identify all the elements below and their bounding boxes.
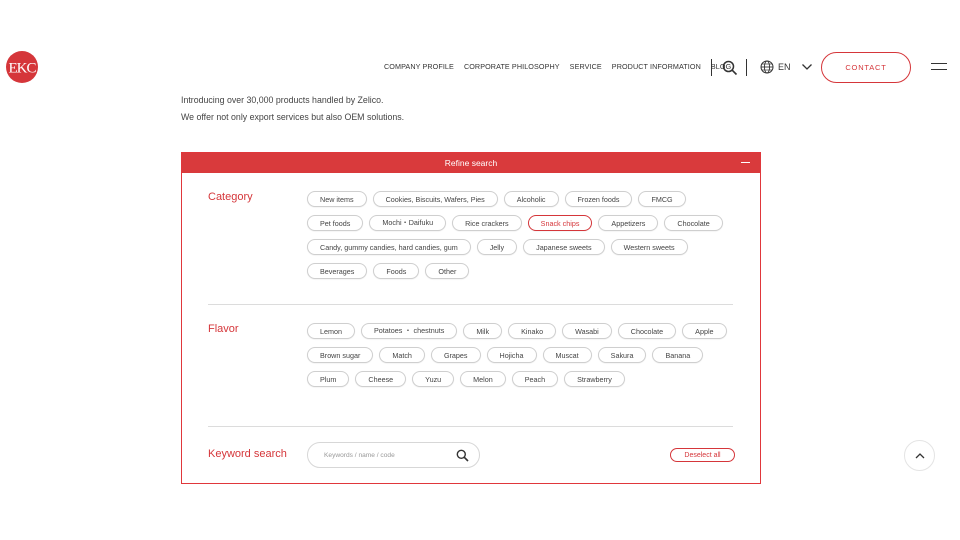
search-icon[interactable] [456, 449, 469, 462]
filter-tag[interactable]: Peach [511, 371, 559, 387]
filter-tag[interactable]: Banana [652, 347, 704, 363]
filter-tag[interactable]: Cookies, Biscuits, Wafers, Pies [372, 191, 498, 207]
language-selector[interactable]: EN [760, 60, 813, 74]
filter-tag[interactable]: Yuzu [412, 371, 455, 387]
contact-button[interactable]: CONTACT [821, 52, 911, 83]
filter-tag[interactable]: Western sweets [610, 239, 688, 255]
svg-text:EKC: EKC [9, 61, 37, 77]
filter-tag[interactable]: Melon [460, 371, 506, 387]
filter-tag[interactable]: FMCG [638, 191, 686, 207]
filter-tag[interactable]: Chocolate [664, 215, 723, 231]
refine-search-panel: Refine search Category New items Cookies,… [181, 152, 761, 484]
filter-tag[interactable]: Muscat [542, 347, 592, 363]
nav-divider [746, 59, 747, 76]
filter-tag[interactable]: Other [425, 263, 470, 279]
filter-tag[interactable]: Alcoholic [503, 191, 559, 207]
divider [208, 426, 733, 427]
filter-tag[interactable]: Apple [682, 323, 727, 339]
menu-icon[interactable] [931, 63, 947, 73]
nav-divider [711, 59, 712, 76]
filter-tag[interactable]: Brown sugar [307, 347, 374, 363]
keyword-search-box [307, 442, 480, 468]
category-label: Category [208, 191, 253, 203]
filter-tag[interactable]: Jelly [476, 239, 518, 255]
nav-product-information[interactable]: PRODUCT INFORMATION [612, 62, 701, 71]
intro-line: Introducing over 30,000 products handled… [181, 95, 384, 105]
filter-tag[interactable]: Japanese sweets [523, 239, 605, 255]
flavor-label: Flavor [208, 323, 239, 335]
intro-text: Introducing over 30,000 products handled… [181, 92, 404, 126]
flavor-tags: Lemon Potatoes ・ chestnuts Milk Kinako Wasab… [307, 323, 747, 387]
logo[interactable]: EKC [5, 50, 39, 84]
filter-tag[interactable]: Plum [307, 371, 350, 387]
filter-tag[interactable]: Snack chips [527, 215, 593, 231]
filter-tag[interactable]: Mochi・Daifuku [369, 215, 447, 231]
filter-tag[interactable]: Grapes [430, 347, 481, 363]
chevron-down-icon [801, 64, 812, 70]
keyword-search-input[interactable] [324, 451, 444, 459]
panel-title: Refine search [444, 158, 498, 168]
filter-tag[interactable]: Wasabi [562, 323, 612, 339]
chevron-up-icon [915, 453, 924, 459]
filter-tag[interactable]: Frozen foods [564, 191, 633, 207]
nav-company-profile[interactable]: COMPANY PROFILE [384, 62, 454, 71]
filter-tag[interactable]: New items [307, 191, 367, 207]
filter-tag[interactable]: Rice crackers [452, 215, 522, 231]
divider [208, 304, 733, 305]
search-icon[interactable] [722, 60, 738, 76]
filter-tag[interactable]: Appetizers [598, 215, 659, 231]
filter-tag[interactable]: Milk [463, 323, 503, 339]
intro-line: We offer not only export services but al… [181, 112, 405, 122]
keyword-search-label: Keyword search [208, 448, 287, 460]
filter-tag[interactable]: Sakura [597, 347, 647, 363]
scroll-to-top-button[interactable] [904, 440, 935, 471]
nav-service[interactable]: SERVICE [570, 62, 602, 71]
filter-tag[interactable]: Chocolate [617, 323, 677, 339]
filter-tag[interactable]: Pet foods [307, 215, 364, 231]
main-nav: COMPANY PROFILE CORPORATE PHILOSOPHY SER… [384, 62, 731, 71]
filter-tag[interactable]: Lemon [307, 323, 355, 339]
category-tags: New items Cookies, Biscuits, Wafers, Pies… [307, 191, 747, 279]
collapse-icon[interactable] [741, 162, 750, 164]
filter-tag[interactable]: Foods [373, 263, 420, 279]
logo-mark-icon: EKC [6, 51, 38, 83]
refine-search-header[interactable]: Refine search [182, 153, 760, 173]
filter-tag[interactable]: Strawberry [564, 371, 625, 387]
deselect-all-button[interactable]: Deselect all [670, 448, 735, 462]
filter-tag[interactable]: Kinako [508, 323, 557, 339]
filter-tag[interactable]: Hojicha [486, 347, 537, 363]
filter-tag[interactable]: Potatoes ・ chestnuts [360, 323, 458, 339]
globe-icon [760, 60, 774, 74]
filter-tag[interactable]: Beverages [307, 263, 368, 279]
language-label: EN [778, 62, 791, 72]
filter-tag[interactable]: Candy, gummy candies, hard candies, gum [307, 239, 471, 255]
filter-tag[interactable]: Match [379, 347, 425, 363]
filter-tag[interactable]: Cheese [355, 371, 407, 387]
nav-corporate-philosophy[interactable]: CORPORATE PHILOSOPHY [464, 62, 560, 71]
